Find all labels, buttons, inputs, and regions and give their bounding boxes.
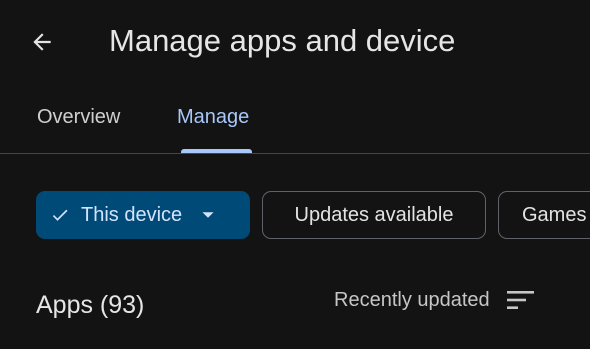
sort-icon: [506, 291, 534, 309]
this-device-filter-chip[interactable]: This device: [36, 191, 250, 239]
games-chip-label: Games: [522, 203, 587, 226]
tabs-divider: [0, 153, 590, 154]
arrow-back-icon: [33, 33, 51, 51]
tab-manage[interactable]: Manage: [177, 103, 249, 133]
updates-available-chip-label: Updates available: [294, 203, 454, 226]
back-button[interactable]: [22, 22, 62, 62]
updates-available-filter-chip[interactable]: Updates available: [262, 191, 486, 239]
tab-overview[interactable]: Overview: [37, 103, 120, 133]
check-icon: [50, 205, 70, 225]
sort-button[interactable]: Recently updated: [334, 284, 536, 316]
this-device-chip-label: This device: [81, 203, 183, 226]
apps-count-heading: Apps (93): [36, 291, 145, 319]
manage-apps-screen: Manage apps and device Overview Manage T…: [0, 0, 590, 349]
caret-down-icon: [201, 208, 215, 222]
sort-label: Recently updated: [334, 288, 490, 311]
games-filter-chip[interactable]: Games: [498, 191, 590, 239]
page-title: Manage apps and device: [109, 23, 456, 58]
